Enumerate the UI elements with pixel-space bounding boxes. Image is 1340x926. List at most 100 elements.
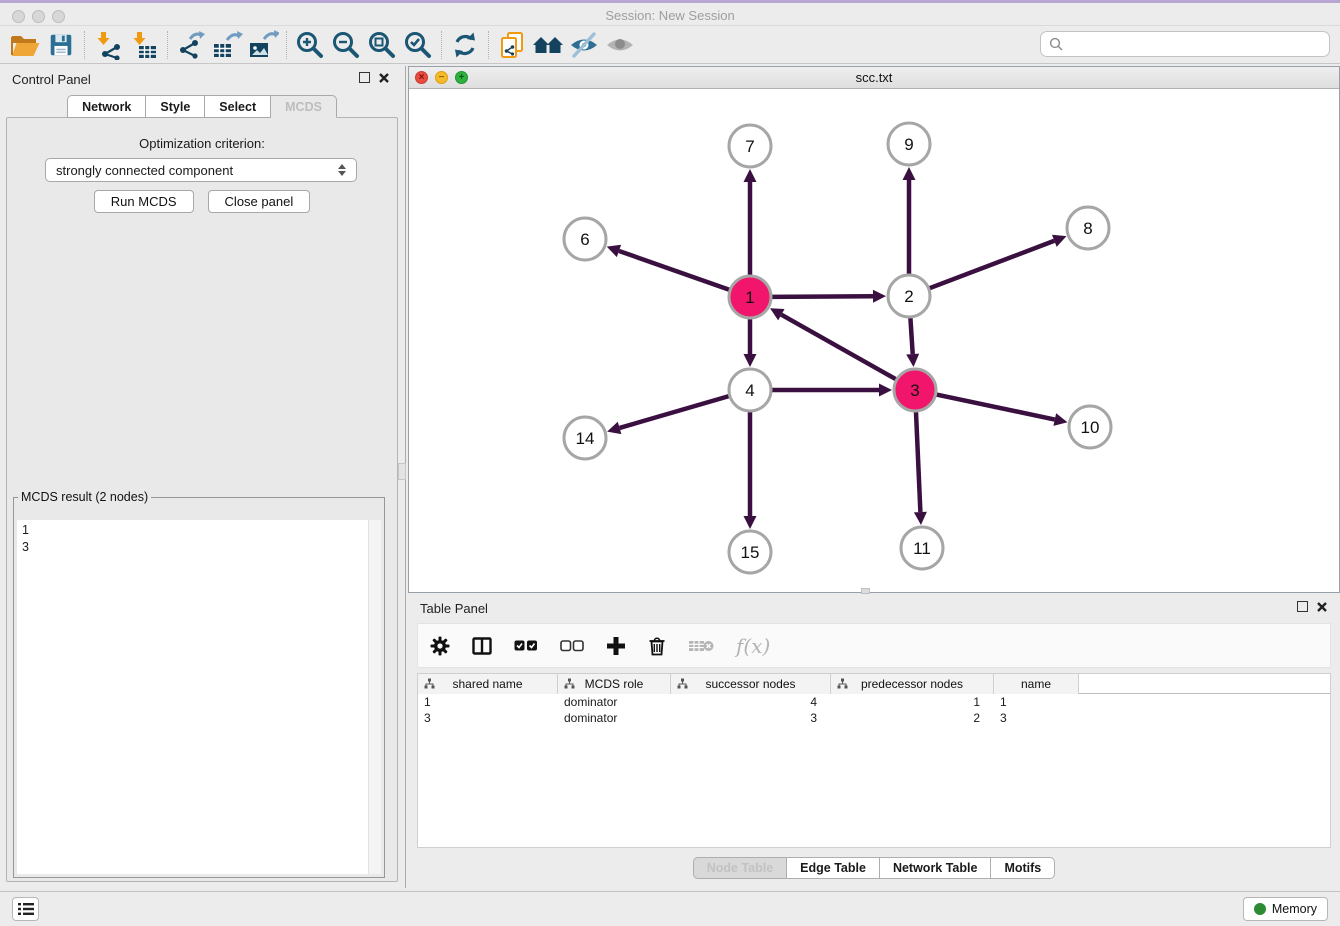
edge-1-6[interactable] bbox=[607, 245, 730, 290]
mcds-result-text[interactable]: 1 3 bbox=[17, 520, 381, 874]
node-1[interactable]: 1 bbox=[729, 276, 771, 318]
edge-1-4[interactable] bbox=[744, 319, 757, 367]
tab-mcds[interactable]: MCDS bbox=[271, 95, 337, 118]
toolbar-separator bbox=[84, 31, 85, 59]
zoom-selected-icon[interactable] bbox=[400, 28, 436, 62]
table-cell-successor-nodes[interactable]: 4 bbox=[671, 694, 831, 710]
control-panel: Control Panel NetworkStyleSelectMCDS Opt… bbox=[0, 66, 404, 888]
column-header-predecessor-nodes[interactable]: predecessor nodes bbox=[831, 674, 994, 694]
deselect-all-icon[interactable] bbox=[560, 631, 584, 661]
show-columns-icon[interactable] bbox=[472, 631, 492, 661]
tab-edge-table[interactable]: Edge Table bbox=[787, 857, 880, 879]
table-panel-title: Table Panel bbox=[420, 601, 488, 616]
table-cell-mcds-role[interactable]: dominator bbox=[558, 694, 671, 710]
node-9[interactable]: 9 bbox=[888, 123, 930, 165]
edge-2-3[interactable] bbox=[906, 318, 919, 367]
table-cell-mcds-role[interactable]: dominator bbox=[558, 710, 671, 726]
status-bar: Memory bbox=[0, 891, 1340, 926]
memory-button[interactable]: Memory bbox=[1243, 897, 1328, 921]
table-cell-predecessor-nodes[interactable]: 2 bbox=[831, 710, 994, 726]
float-table-panel-icon[interactable] bbox=[1297, 601, 1308, 612]
close-panel-icon[interactable] bbox=[378, 72, 390, 84]
column-header-successor-nodes[interactable]: successor nodes bbox=[671, 674, 831, 694]
close-panel-button[interactable]: Close panel bbox=[208, 190, 311, 213]
tab-node-table[interactable]: Node Table bbox=[693, 857, 787, 879]
table-cell-shared-name[interactable]: 1 bbox=[418, 694, 558, 710]
task-history-button[interactable] bbox=[12, 897, 39, 921]
save-session-icon[interactable] bbox=[43, 28, 79, 62]
import-network-icon[interactable] bbox=[90, 28, 126, 62]
column-header-shared-name[interactable]: shared name bbox=[418, 674, 558, 694]
float-panel-icon[interactable] bbox=[359, 72, 370, 83]
node-15[interactable]: 15 bbox=[729, 531, 771, 573]
table-cell-shared-name[interactable]: 3 bbox=[418, 710, 558, 726]
table-settings-gear-icon[interactable] bbox=[430, 631, 450, 661]
table-cell-name[interactable]: 1 bbox=[994, 694, 1079, 710]
column-header-mcds-role[interactable]: MCDS role bbox=[558, 674, 671, 694]
table-row[interactable]: 3dominator323 bbox=[418, 710, 1330, 726]
edge-3-11[interactable] bbox=[914, 412, 927, 525]
tab-motifs[interactable]: Motifs bbox=[991, 857, 1055, 879]
svg-text:1: 1 bbox=[745, 288, 754, 307]
vertical-splitter-handle[interactable] bbox=[398, 463, 406, 480]
edge-2-9[interactable] bbox=[903, 167, 916, 274]
home-view-icon[interactable] bbox=[530, 28, 566, 62]
table-panel: Table Panel f(x) shared nameMCDS role bbox=[408, 595, 1340, 888]
node-2[interactable]: 2 bbox=[888, 275, 930, 317]
network-window-titlebar[interactable]: × − + scc.txt bbox=[409, 67, 1339, 89]
edge-4-3[interactable] bbox=[772, 384, 892, 397]
node-8[interactable]: 8 bbox=[1067, 207, 1109, 249]
add-row-plus-icon[interactable] bbox=[606, 631, 626, 661]
delete-table-icon[interactable] bbox=[688, 631, 714, 661]
show-panel-eye-icon[interactable] bbox=[602, 28, 638, 62]
close-table-panel-icon[interactable] bbox=[1316, 601, 1328, 613]
delete-rows-trash-icon[interactable] bbox=[648, 631, 666, 661]
edge-1-7[interactable] bbox=[744, 169, 757, 275]
zoom-in-icon[interactable] bbox=[292, 28, 328, 62]
edge-4-15[interactable] bbox=[744, 412, 757, 529]
search-input[interactable] bbox=[1069, 36, 1321, 53]
node-11[interactable]: 11 bbox=[901, 527, 943, 569]
edge-4-14[interactable] bbox=[607, 396, 729, 434]
tab-network[interactable]: Network bbox=[67, 95, 146, 118]
zoom-out-icon[interactable] bbox=[328, 28, 364, 62]
function-builder-icon[interactable]: f(x) bbox=[736, 631, 770, 661]
mcds-result-title: MCDS result (2 nodes) bbox=[18, 490, 151, 504]
edge-1-2[interactable] bbox=[772, 290, 886, 303]
run-mcds-button[interactable]: Run MCDS bbox=[94, 190, 194, 213]
table-cell-predecessor-nodes[interactable]: 1 bbox=[831, 694, 994, 710]
new-network-from-selection-icon[interactable] bbox=[494, 28, 530, 62]
edge-3-1[interactable] bbox=[770, 308, 896, 379]
search-box[interactable] bbox=[1040, 31, 1330, 57]
node-7[interactable]: 7 bbox=[729, 125, 771, 167]
import-table-icon[interactable] bbox=[126, 28, 162, 62]
table-cell-successor-nodes[interactable]: 3 bbox=[671, 710, 831, 726]
tab-select[interactable]: Select bbox=[205, 95, 271, 118]
export-network-icon[interactable] bbox=[173, 28, 209, 62]
export-image-icon[interactable] bbox=[245, 28, 281, 62]
select-all-icon[interactable] bbox=[514, 631, 538, 661]
network-canvas[interactable]: 7 9 6 8 1 2 4 3 14 10 15 11 bbox=[409, 89, 1339, 593]
horizontal-splitter-handle[interactable] bbox=[861, 588, 870, 594]
node-4[interactable]: 4 bbox=[729, 369, 771, 411]
hide-panel-eye-slash-icon[interactable] bbox=[566, 28, 602, 62]
refresh-view-icon[interactable] bbox=[447, 28, 483, 62]
node-10[interactable]: 10 bbox=[1069, 406, 1111, 448]
tab-style[interactable]: Style bbox=[146, 95, 205, 118]
table-cell-name[interactable]: 3 bbox=[994, 710, 1079, 726]
tab-network-table[interactable]: Network Table bbox=[880, 857, 992, 879]
node-3[interactable]: 3 bbox=[894, 369, 936, 411]
criterion-dropdown[interactable]: strongly connected component bbox=[45, 158, 357, 182]
network-window-title: scc.txt bbox=[409, 70, 1339, 85]
edge-3-10[interactable] bbox=[937, 395, 1068, 426]
edge-2-8[interactable] bbox=[930, 235, 1067, 288]
svg-text:8: 8 bbox=[1083, 219, 1092, 238]
zoom-fit-icon[interactable] bbox=[364, 28, 400, 62]
open-session-icon[interactable] bbox=[7, 28, 43, 62]
result-scrollbar[interactable] bbox=[368, 520, 381, 874]
node-14[interactable]: 14 bbox=[564, 417, 606, 459]
node-6[interactable]: 6 bbox=[564, 218, 606, 260]
column-header-name[interactable]: name bbox=[994, 674, 1079, 694]
export-table-icon[interactable] bbox=[209, 28, 245, 62]
table-row[interactable]: 1dominator411 bbox=[418, 694, 1330, 710]
